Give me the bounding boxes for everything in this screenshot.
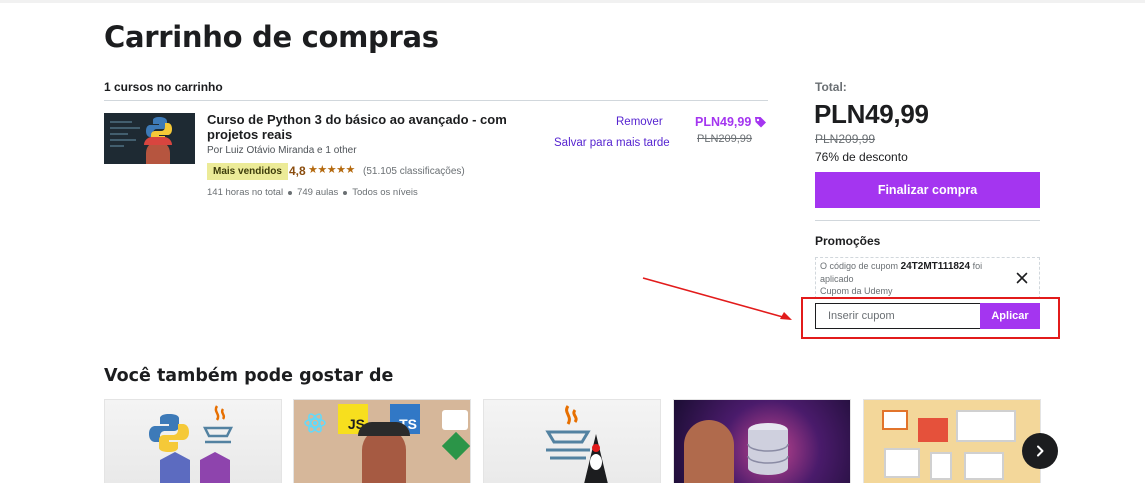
- instructor-cap: [358, 422, 410, 436]
- separator-dot: [343, 190, 348, 195]
- recommended-course-card[interactable]: [483, 399, 661, 483]
- save-for-later-link[interactable]: Salvar para mais tarde: [554, 137, 670, 149]
- react-icon: [304, 412, 326, 434]
- coupon-origin: Cupom da Udemy: [820, 286, 893, 296]
- annotation-highlight-box: [801, 297, 1060, 339]
- monitor-icon: [884, 448, 920, 478]
- carousel-next-button[interactable]: [1022, 433, 1058, 469]
- instructor-cap: [144, 137, 172, 145]
- laptop-icon: [964, 452, 1004, 480]
- top-border: [0, 0, 1145, 3]
- java-duke-icon: [545, 405, 608, 483]
- course-author: Por Luiz Otávio Miranda e 1 other: [207, 145, 357, 156]
- recommended-course-card[interactable]: JS TS: [293, 399, 471, 483]
- course-level: Todos os níveis: [352, 187, 418, 198]
- recommended-course-card[interactable]: [104, 399, 282, 483]
- instructor-photo: [362, 428, 406, 483]
- database-icon: [747, 423, 789, 475]
- webpack-icon: [442, 410, 468, 430]
- webpage-icon: [956, 410, 1016, 442]
- recommended-course-card[interactable]: [863, 399, 1041, 483]
- total-price: PLN49,99: [814, 99, 929, 129]
- recommended-course-card[interactable]: [673, 399, 851, 483]
- item-original-price: PLN209,99: [697, 133, 753, 145]
- tablet-icon: [930, 452, 952, 480]
- close-icon[interactable]: [1016, 272, 1028, 284]
- coupon-code: 24T2MT111824: [900, 261, 971, 272]
- total-original-price: PLN209,99: [815, 132, 876, 146]
- design-icon: [918, 418, 948, 442]
- divider: [104, 100, 768, 101]
- applied-coupon-text: O código de cupom 24T2MT111824 foi aplic…: [820, 260, 995, 286]
- item-price: PLN49,99: [695, 115, 752, 129]
- divider: [815, 220, 1040, 221]
- price-tag-icon: [755, 117, 766, 128]
- code-lines-decoration: [110, 121, 140, 151]
- page-title: Carrinho de compras: [104, 20, 439, 54]
- annotation-arrow-icon: [642, 277, 792, 320]
- promotions-title: Promoções: [815, 234, 881, 248]
- course-hours: 141 horas no total: [207, 187, 284, 198]
- bestseller-badge: Mais vendidos: [207, 163, 288, 180]
- browser-icon: [882, 410, 908, 430]
- rating-count: (51.105 classificações): [363, 166, 465, 177]
- course-title[interactable]: Curso de Python 3 do básico ao avançado …: [207, 112, 537, 142]
- node-icon: [404, 454, 464, 474]
- course-meta: 141 horas no total 749 aulas Todos os ní…: [207, 187, 418, 198]
- total-label: Total:: [815, 80, 847, 94]
- instructor-photo: [684, 420, 734, 483]
- remove-link[interactable]: Remover: [616, 116, 663, 128]
- course-lectures: 749 aulas: [297, 187, 339, 198]
- separator-dot: [288, 190, 293, 195]
- rating-stars-icon: ★★★★★: [308, 163, 355, 176]
- python-java-c-icons: [149, 405, 234, 483]
- cart-count: 1 cursos no carrinho: [104, 80, 223, 94]
- discount-label: 76% de desconto: [815, 150, 908, 164]
- rating-value: 4,8: [289, 164, 306, 178]
- coupon-prefix: O código de cupom: [820, 261, 899, 271]
- course-thumbnail[interactable]: [104, 113, 195, 164]
- checkout-button[interactable]: Finalizar compra: [815, 172, 1040, 208]
- chevron-right-icon: [1037, 445, 1044, 457]
- recommendations-title: Você também pode gostar de: [104, 366, 394, 386]
